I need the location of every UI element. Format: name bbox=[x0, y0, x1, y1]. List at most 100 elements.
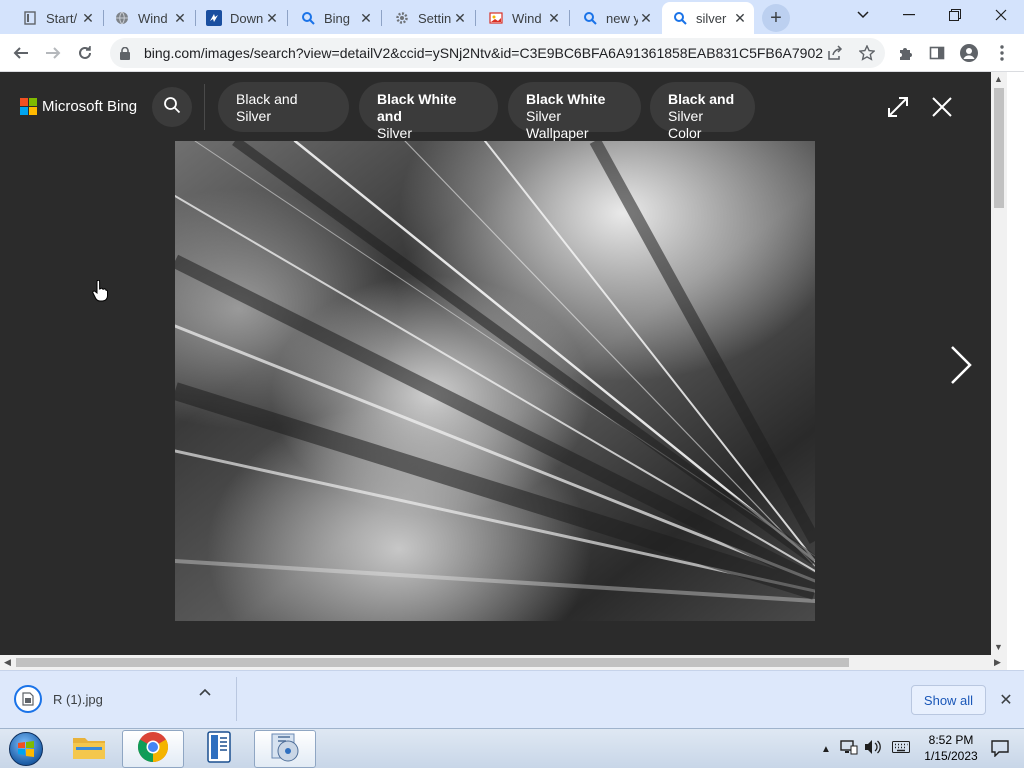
search-icon bbox=[582, 10, 598, 26]
close-tab-icon[interactable]: ✕ bbox=[452, 10, 468, 26]
tab-title: Wind bbox=[138, 10, 168, 26]
chip-label: Black and Silver bbox=[236, 91, 298, 124]
vertical-scroll-thumb[interactable] bbox=[994, 88, 1004, 208]
gear-icon bbox=[394, 10, 410, 26]
network-icon[interactable] bbox=[840, 739, 858, 760]
download-separator bbox=[236, 677, 237, 721]
chip-label-line2: Silver Wallpaper bbox=[526, 108, 589, 141]
tab-strip: Start/ ✕ Wind ✕ Down ✕ Bing ✕ Settin ✕ W… bbox=[0, 0, 1024, 34]
hand-cursor-icon bbox=[92, 279, 108, 307]
vertical-scrollbar[interactable]: ▲ ▼ bbox=[991, 72, 1007, 655]
scroll-down-arrow-icon[interactable]: ▼ bbox=[994, 642, 1003, 652]
scroll-up-arrow-icon[interactable]: ▲ bbox=[994, 74, 1003, 84]
windows-taskbar: ▲ 8:52 PM 1/15/2023 bbox=[0, 728, 1024, 768]
close-tab-icon[interactable]: ✕ bbox=[638, 10, 654, 26]
browser-toolbar: bing.com/images/search?view=detailV2&cci… bbox=[0, 34, 1024, 72]
expand-icon[interactable] bbox=[884, 93, 912, 121]
start-button[interactable] bbox=[6, 731, 46, 767]
extensions-puzzle-icon[interactable] bbox=[891, 38, 921, 68]
related-search-chip[interactable]: Black White Silver Wallpaper bbox=[508, 82, 641, 141]
tab-bing[interactable]: Bing ✕ bbox=[290, 4, 380, 32]
download-file-name: R (1).jpg bbox=[53, 691, 103, 707]
tab-settings[interactable]: Settin ✕ bbox=[384, 4, 474, 32]
address-bar[interactable]: bing.com/images/search?view=detailV2&cci… bbox=[110, 38, 885, 68]
search-button[interactable] bbox=[152, 87, 192, 127]
file-icon bbox=[14, 685, 42, 713]
reload-button[interactable] bbox=[70, 38, 100, 68]
search-icon bbox=[672, 10, 688, 26]
tab-separator bbox=[475, 10, 476, 26]
taskbar-file-explorer[interactable] bbox=[58, 730, 120, 768]
close-tab-icon[interactable]: ✕ bbox=[358, 10, 374, 26]
tab-windows-2[interactable]: Wind ✕ bbox=[478, 4, 568, 32]
tab-download[interactable]: Down ✕ bbox=[196, 4, 286, 32]
share-icon[interactable] bbox=[820, 38, 850, 68]
horizontal-scroll-thumb[interactable] bbox=[16, 658, 849, 667]
close-window-button[interactable] bbox=[978, 0, 1024, 30]
close-icon[interactable] bbox=[928, 93, 956, 121]
system-tray: ▲ bbox=[818, 729, 910, 768]
minimize-button[interactable] bbox=[886, 0, 932, 30]
tab-title: Down bbox=[230, 10, 264, 26]
clock-time: 8:52 PM bbox=[928, 733, 974, 747]
related-search-chip[interactable]: Black and Silver Color bbox=[650, 82, 755, 141]
close-tab-icon[interactable]: ✕ bbox=[80, 10, 96, 26]
related-search-chip[interactable]: Black and Silver bbox=[218, 82, 349, 132]
tab-title: new y bbox=[606, 10, 638, 26]
tab-search-chevron-icon[interactable] bbox=[840, 0, 886, 30]
chip-label-line2: Silver bbox=[377, 125, 413, 141]
viewer-header: Microsoft Bing Black and Silver Black Wh… bbox=[0, 72, 991, 142]
tab-silver-active[interactable]: silver ✕ bbox=[662, 2, 754, 34]
show-all-button[interactable]: Show all bbox=[911, 685, 986, 715]
scroll-right-arrow-icon[interactable]: ▶ bbox=[994, 657, 1001, 668]
download-site-icon bbox=[206, 10, 222, 26]
taskbar-reader-app[interactable] bbox=[188, 730, 250, 768]
horizontal-scrollbar[interactable]: ◀ ▶ bbox=[0, 655, 1007, 670]
show-hidden-icons-arrow-icon[interactable]: ▲ bbox=[818, 744, 834, 755]
image-viewer: Microsoft Bing Black and Silver Black Wh… bbox=[0, 72, 991, 655]
tab-new-search[interactable]: new y ✕ bbox=[572, 4, 660, 32]
side-panel-icon[interactable] bbox=[922, 38, 952, 68]
header-divider bbox=[204, 84, 205, 130]
restore-button[interactable] bbox=[932, 0, 978, 30]
search-icon bbox=[300, 10, 316, 26]
tab-title: Settin bbox=[418, 10, 452, 26]
chip-label: Black White bbox=[526, 91, 606, 107]
bing-logo[interactable]: Microsoft Bing bbox=[20, 98, 137, 115]
keyboard-icon[interactable] bbox=[892, 740, 910, 759]
page-right-margin bbox=[1007, 72, 1024, 670]
image-site-icon bbox=[488, 10, 504, 26]
notifications-icon[interactable] bbox=[991, 739, 1009, 762]
scroll-left-arrow-icon[interactable]: ◀ bbox=[4, 657, 11, 668]
windows-logo-icon bbox=[9, 732, 43, 766]
chip-label: Black White and bbox=[377, 91, 457, 124]
tab-start[interactable]: Start/ ✕ bbox=[12, 4, 102, 32]
close-download-bar-icon[interactable]: ✕ bbox=[996, 688, 1016, 712]
close-tab-icon[interactable]: ✕ bbox=[732, 10, 748, 26]
bing-brand-text: Microsoft Bing bbox=[42, 98, 138, 115]
close-tab-icon[interactable]: ✕ bbox=[546, 10, 562, 26]
back-button[interactable] bbox=[6, 38, 36, 68]
taskbar-chrome[interactable] bbox=[122, 730, 184, 768]
bookmark-star-icon[interactable] bbox=[852, 38, 882, 68]
forward-button[interactable] bbox=[38, 38, 68, 68]
chevron-up-icon[interactable] bbox=[196, 683, 214, 701]
page-icon bbox=[22, 10, 38, 26]
menu-kebab-icon[interactable] bbox=[987, 38, 1017, 68]
main-image[interactable] bbox=[175, 141, 815, 621]
clock[interactable]: 8:52 PM 1/15/2023 bbox=[915, 732, 987, 764]
next-image-chevron-icon[interactable] bbox=[942, 340, 980, 390]
taskbar-media-app[interactable] bbox=[254, 730, 316, 768]
related-search-chip[interactable]: Black White and Silver bbox=[359, 82, 498, 141]
tab-separator bbox=[569, 10, 570, 26]
chip-label-line2: Silver Color bbox=[668, 108, 704, 141]
close-tab-icon[interactable]: ✕ bbox=[172, 10, 188, 26]
close-tab-icon[interactable]: ✕ bbox=[264, 10, 280, 26]
tab-windows-1[interactable]: Wind ✕ bbox=[104, 4, 194, 32]
new-tab-button[interactable]: + bbox=[762, 4, 790, 32]
microsoft-logo-icon bbox=[20, 98, 37, 115]
tab-title: Bing bbox=[324, 10, 351, 26]
volume-icon[interactable] bbox=[864, 739, 882, 760]
document-app-icon bbox=[206, 730, 232, 768]
profile-avatar-icon[interactable] bbox=[954, 38, 984, 68]
